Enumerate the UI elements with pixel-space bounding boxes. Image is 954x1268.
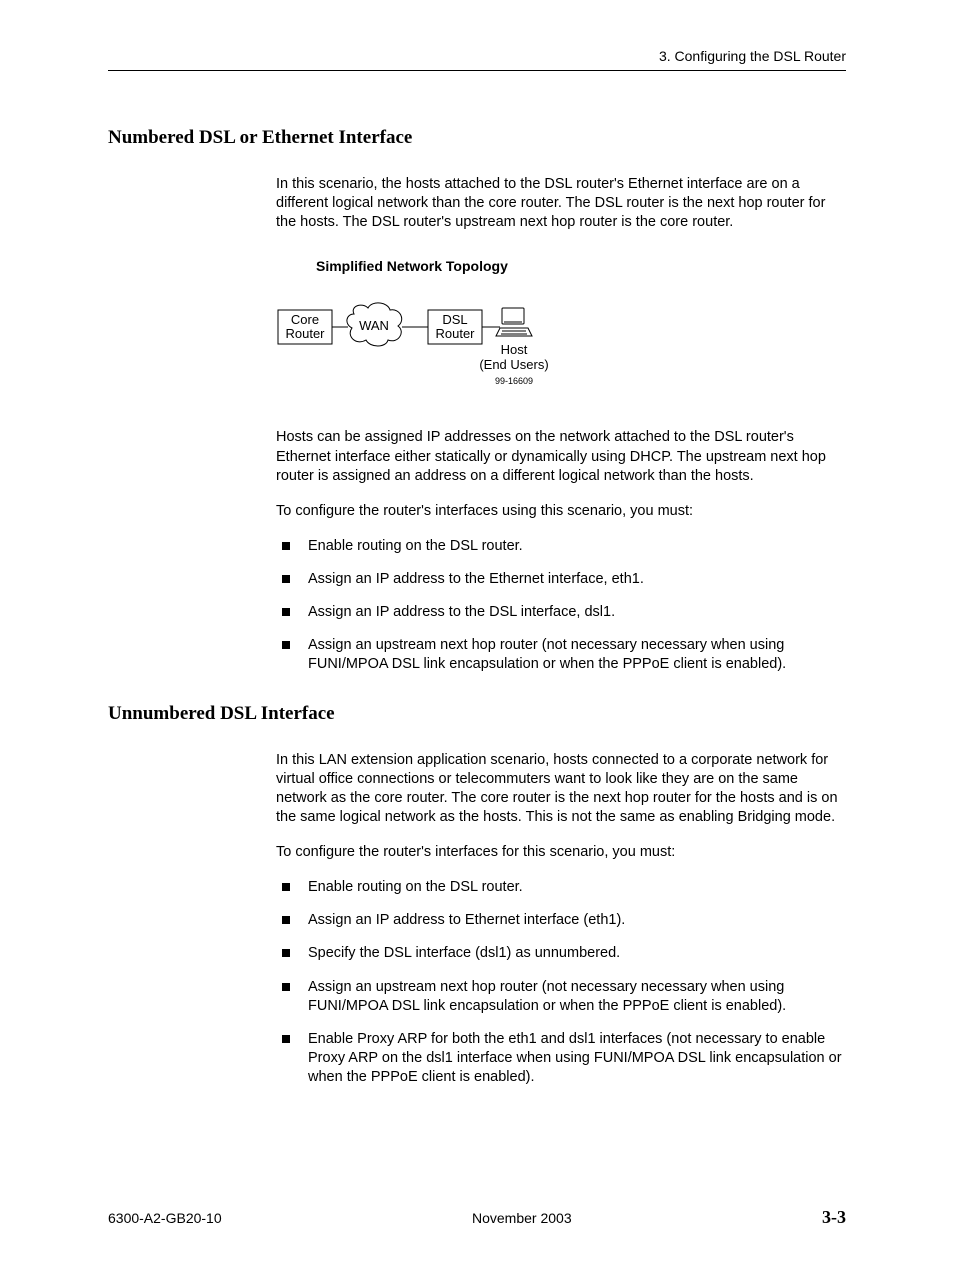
svg-text:Host: Host bbox=[501, 342, 528, 357]
page-footer: 6300-A2-GB20-10 November 2003 3-3 bbox=[108, 1207, 846, 1228]
list-item: Enable routing on the DSL router. bbox=[276, 537, 846, 556]
list-item: Enable Proxy ARP for both the eth1 and d… bbox=[276, 1030, 846, 1087]
svg-text:DSL: DSL bbox=[442, 312, 467, 327]
section1-bullets: Enable routing on the DSL router. Assign… bbox=[276, 537, 846, 675]
svg-text:99-16609: 99-16609 bbox=[495, 376, 533, 386]
svg-text:(End Users): (End Users) bbox=[479, 357, 548, 372]
section2-body: In this LAN extension application scenar… bbox=[276, 751, 846, 1088]
list-item: Assign an IP address to the DSL interfac… bbox=[276, 603, 846, 622]
list-item: Assign an IP address to the Ethernet int… bbox=[276, 570, 846, 589]
section1-heading: Numbered DSL or Ethernet Interface bbox=[108, 127, 846, 149]
doc-number: 6300-A2-GB20-10 bbox=[108, 1210, 222, 1226]
list-item: Assign an upstream next hop router (not … bbox=[276, 636, 846, 674]
section2-para1: In this LAN extension application scenar… bbox=[276, 751, 846, 828]
svg-text:Router: Router bbox=[435, 326, 475, 341]
section1-para1: In this scenario, the hosts attached to … bbox=[276, 175, 846, 232]
section2-heading: Unnumbered DSL Interface bbox=[108, 703, 846, 725]
page-number: 3-3 bbox=[822, 1207, 846, 1228]
section1-para3: To configure the router's interfaces usi… bbox=[276, 502, 846, 521]
section1-para2: Hosts can be assigned IP addresses on th… bbox=[276, 428, 846, 485]
svg-text:Core: Core bbox=[291, 312, 319, 327]
section2-para2: To configure the router's interfaces for… bbox=[276, 843, 846, 862]
chapter-label: 3. Configuring the DSL Router bbox=[659, 48, 846, 64]
list-item: Assign an IP address to Ethernet interfa… bbox=[276, 911, 846, 930]
diagram-title: Simplified Network Topology bbox=[316, 258, 846, 274]
section1-body: In this scenario, the hosts attached to … bbox=[276, 175, 846, 675]
svg-text:Router: Router bbox=[285, 326, 325, 341]
svg-text:WAN: WAN bbox=[359, 318, 389, 333]
list-item: Enable routing on the DSL router. bbox=[276, 878, 846, 897]
list-item: Assign an upstream next hop router (not … bbox=[276, 978, 846, 1016]
doc-date: November 2003 bbox=[472, 1210, 572, 1226]
page-header: 3. Configuring the DSL Router bbox=[108, 48, 846, 71]
page: 3. Configuring the DSL Router Numbered D… bbox=[0, 0, 954, 1268]
section2-bullets: Enable routing on the DSL router. Assign… bbox=[276, 878, 846, 1087]
network-topology-diagram: Core Router WAN DSL Router bbox=[276, 292, 846, 402]
list-item: Specify the DSL interface (dsl1) as unnu… bbox=[276, 944, 846, 963]
